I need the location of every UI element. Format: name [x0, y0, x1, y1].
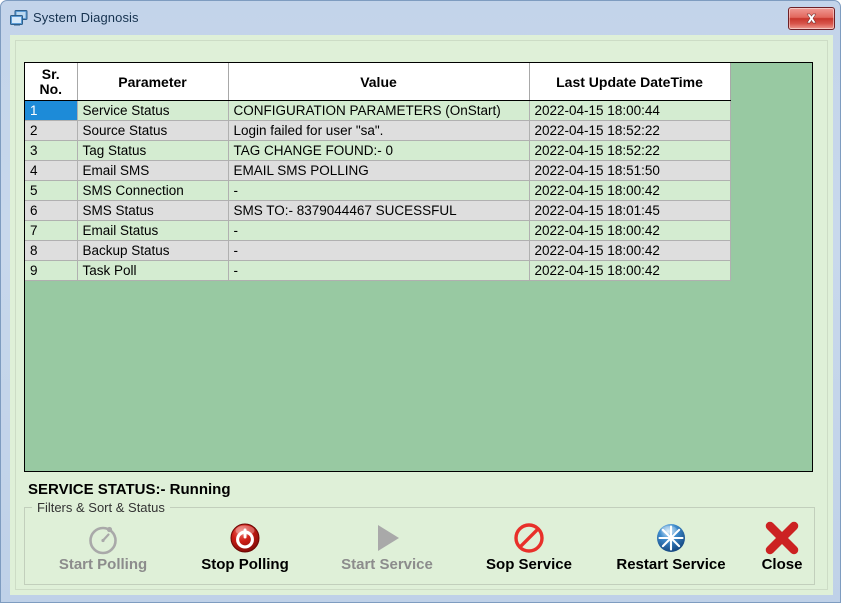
- cell-datetime[interactable]: 2022-04-15 18:00:42: [529, 220, 731, 242]
- cell-parameter[interactable]: Email Status: [77, 220, 229, 242]
- column-header-sr-no-line2: No.: [39, 80, 63, 97]
- close-icon: [806, 13, 817, 24]
- restart-service-button[interactable]: Restart Service: [605, 518, 737, 582]
- cell-parameter[interactable]: SMS Connection: [77, 180, 229, 202]
- cell-parameter[interactable]: Backup Status: [77, 240, 229, 262]
- starburst-icon: [651, 518, 691, 558]
- column-header-sr-no[interactable]: Sr. No.: [25, 63, 78, 102]
- cell-value[interactable]: SMS TO:- 8379044467 SUCESSFUL: [228, 200, 530, 222]
- cell-parameter[interactable]: Source Status: [77, 120, 229, 142]
- stop-polling-label: Stop Polling: [201, 556, 289, 573]
- cell-datetime[interactable]: 2022-04-15 18:51:50: [529, 160, 731, 182]
- column-header-datetime[interactable]: Last Update DateTime: [529, 63, 731, 102]
- start-polling-label: Start Polling: [58, 556, 148, 573]
- cell-value[interactable]: EMAIL SMS POLLING: [228, 160, 530, 182]
- start-service-button[interactable]: Start Service: [321, 518, 453, 582]
- computers-network-icon: [10, 10, 28, 26]
- cell-sr-selected[interactable]: 1: [25, 100, 78, 122]
- cell-datetime[interactable]: 2022-04-15 18:00:42: [529, 180, 731, 202]
- window-title: System Diagnosis: [33, 10, 139, 25]
- table-row[interactable]: 6 SMS Status SMS TO:- 8379044467 SUCESSFU…: [25, 200, 731, 222]
- cell-value[interactable]: -: [228, 260, 530, 282]
- service-status-label: SERVICE STATUS:- Running: [28, 481, 231, 498]
- stop-polling-button[interactable]: Stop Polling: [179, 518, 311, 582]
- cell-parameter[interactable]: Task Poll: [77, 260, 229, 282]
- close-label: Close: [761, 556, 803, 573]
- cell-value[interactable]: TAG CHANGE FOUND:- 0: [228, 140, 530, 162]
- table-row[interactable]: 4 Email SMS EMAIL SMS POLLING 2022-04-15 1…: [25, 160, 731, 182]
- groupbox-label: Filters & Sort & Status: [32, 500, 170, 515]
- cell-parameter[interactable]: Service Status: [77, 100, 229, 122]
- cell-sr[interactable]: 5: [25, 180, 78, 202]
- cell-sr[interactable]: 9: [25, 260, 78, 282]
- table-header-row: Sr. No. Parameter Value Last Update Date…: [25, 63, 731, 102]
- restart-service-label: Restart Service: [616, 556, 726, 573]
- column-header-parameter[interactable]: Parameter: [77, 63, 229, 102]
- cell-parameter[interactable]: Email SMS: [77, 160, 229, 182]
- cell-sr[interactable]: 6: [25, 200, 78, 222]
- diagnostics-data-grid[interactable]: Sr. No. Parameter Value Last Update Date…: [24, 62, 813, 472]
- cell-datetime[interactable]: 2022-04-15 18:00:42: [529, 260, 731, 282]
- start-service-label: Start Service: [341, 556, 433, 573]
- close-button[interactable]: Close: [732, 518, 832, 582]
- cell-datetime[interactable]: 2022-04-15 18:52:22: [529, 140, 731, 162]
- cell-sr[interactable]: 7: [25, 220, 78, 242]
- cell-parameter[interactable]: Tag Status: [77, 140, 229, 162]
- table-row[interactable]: 5 SMS Connection -2022-04-15 18:00:42: [25, 180, 731, 202]
- start-polling-button[interactable]: Start Polling: [37, 518, 169, 582]
- table-row[interactable]: 2 Source Status Login failed for user "sa"…: [25, 120, 731, 142]
- window-frame: System Diagnosis Sr. No. Parameter Value…: [0, 0, 841, 603]
- table-row[interactable]: 3 Tag Status TAG CHANGE FOUND:- 0 2022-04-1…: [25, 140, 731, 162]
- table-row[interactable]: 7 Email Status -2022-04-15 18:00:42: [25, 220, 731, 242]
- cell-sr[interactable]: 3: [25, 140, 78, 162]
- stopwatch-icon: [83, 518, 123, 558]
- cell-value[interactable]: -: [228, 180, 530, 202]
- stop-service-label: Sop Service: [486, 556, 572, 573]
- table-row[interactable]: 1 Service Status CONFIGURATION PARAMETERS …: [25, 100, 731, 122]
- cell-parameter[interactable]: SMS Status: [77, 200, 229, 222]
- diagnostics-table: Sr. No. Parameter Value Last Update Date…: [25, 63, 731, 282]
- cell-value[interactable]: CONFIGURATION PARAMETERS (OnStart): [228, 100, 530, 122]
- stop-service-button[interactable]: Sop Service: [463, 518, 595, 582]
- cell-datetime[interactable]: 2022-04-15 18:52:22: [529, 120, 731, 142]
- play-triangle-icon: [367, 518, 407, 558]
- red-x-icon: [762, 518, 802, 558]
- no-entry-icon: [509, 518, 549, 558]
- cell-sr[interactable]: 2: [25, 120, 78, 142]
- title-bar: System Diagnosis: [1, 1, 841, 35]
- cell-value[interactable]: -: [228, 240, 530, 262]
- cell-datetime[interactable]: 2022-04-15 18:01:45: [529, 200, 731, 222]
- column-header-value[interactable]: Value: [228, 63, 530, 102]
- cell-datetime[interactable]: 2022-04-15 18:00:42: [529, 240, 731, 262]
- cell-sr[interactable]: 8: [25, 240, 78, 262]
- table-body: 1 Service Status CONFIGURATION PARAMETERS …: [25, 100, 731, 282]
- cell-sr[interactable]: 4: [25, 160, 78, 182]
- cell-value[interactable]: -: [228, 220, 530, 242]
- form-client-area: Sr. No. Parameter Value Last Update Date…: [10, 35, 833, 595]
- cell-datetime[interactable]: 2022-04-15 18:00:44: [529, 100, 731, 122]
- window-close-button[interactable]: [788, 7, 835, 30]
- cell-value[interactable]: Login failed for user "sa".: [228, 120, 530, 142]
- table-row[interactable]: 9 Task Poll -2022-04-15 18:00:42: [25, 260, 731, 282]
- column-header-sr-no-line1: Sr.: [41, 66, 60, 82]
- power-off-icon: [225, 518, 265, 558]
- table-row[interactable]: 8 Backup Status -2022-04-15 18:00:42: [25, 240, 731, 262]
